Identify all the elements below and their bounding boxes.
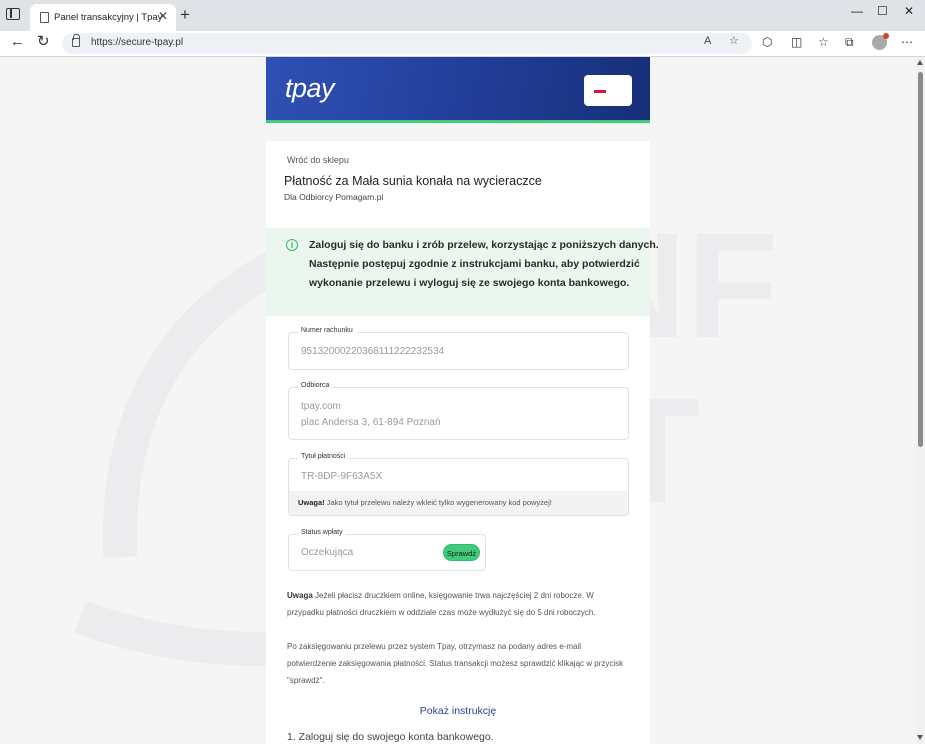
polish-flag-icon <box>594 90 606 93</box>
note-warning-text: Jako tytuł przelewu należy wkleić tylko … <box>324 498 552 507</box>
account-number-field[interactable]: Numer rachunku 9513200022036811122223253… <box>288 327 629 370</box>
info-icon: i <box>286 239 298 251</box>
note-warning-bold: Uwaga! <box>298 498 325 507</box>
notice-bold: Uwaga <box>287 591 313 600</box>
tab-close-icon[interactable]: ✕ <box>158 10 168 22</box>
tab-actions-icon[interactable] <box>6 8 22 22</box>
tab-title: Panel transakcyjny | Tpay <box>54 12 163 23</box>
read-aloud-icon[interactable]: A <box>704 36 711 47</box>
notice-paragraph: Uwaga Jeżeli płacisz druczkiem online, k… <box>287 587 629 621</box>
receiver-name[interactable]: tpay.com <box>301 401 341 412</box>
maximize-button[interactable]: ☐ <box>877 5 888 17</box>
payment-status-value: Oczekująca <box>301 547 354 558</box>
lock-icon[interactable] <box>72 34 80 47</box>
favorites-icon[interactable]: ☆ <box>818 36 829 48</box>
confirmation-paragraph: Po zaksięgowaniu przelewu przez system T… <box>287 642 624 685</box>
account-number-label: Numer rachunku <box>298 327 356 334</box>
recipient-text: Dla Odbiorcy Pomagam.pl <box>284 192 384 202</box>
extensions-icon[interactable]: ⬡ <box>762 36 772 48</box>
receiver-address[interactable]: plac Andersa 3, 61-894 Poznań <box>301 417 441 428</box>
more-menu-icon[interactable]: ⋯ <box>901 36 913 48</box>
new-tab-button[interactable]: + <box>180 6 190 23</box>
browser-titlebar: Panel transakcyjny | Tpay ✕ + — ☐ ✕ <box>0 0 925 31</box>
payment-title-field[interactable]: Tytuł płatności TR-8DP-9F63A5X Uwaga! Ja… <box>288 453 629 516</box>
tpay-logo: tpay <box>285 73 335 103</box>
payment-title-value[interactable]: TR-8DP-9F63A5X <box>301 471 382 482</box>
info-line-2: Następnie postępuj zgodnie z instrukcjam… <box>309 258 640 270</box>
scroll-down-arrow-icon[interactable] <box>917 735 923 740</box>
split-screen-icon[interactable]: ◫ <box>791 36 802 48</box>
minimize-button[interactable]: — <box>851 5 863 17</box>
refresh-icon[interactable]: ↻ <box>37 34 50 49</box>
payment-title-note: Uwaga! Jako tytuł przelewu należy wkleić… <box>289 491 628 515</box>
payment-title: Płatność za Mała sunia konała na wyciera… <box>284 174 542 188</box>
language-switcher-button[interactable] <box>584 75 632 106</box>
collections-icon[interactable]: ⧉ <box>845 36 854 48</box>
profile-avatar[interactable] <box>872 33 889 50</box>
tpay-header: tpay <box>266 57 650 123</box>
notice-text: Jeżeli płacisz druczkiem online, księgow… <box>287 591 596 617</box>
info-box: i Zaloguj się do banku i zrób przelew, k… <box>266 228 659 316</box>
check-status-button[interactable]: Sprawdź <box>443 544 480 561</box>
instruction-step-1: 1. Zaloguj się do swojego konta bankoweg… <box>287 731 494 743</box>
show-instructions-link[interactable]: Pokaż instrukcję <box>266 705 650 717</box>
scroll-thumb[interactable] <box>918 72 923 447</box>
scroll-up-arrow-icon[interactable] <box>917 60 923 65</box>
address-bar[interactable]: https://secure-tpay.pl A ☆ <box>62 33 752 54</box>
page-favicon-icon <box>40 12 49 23</box>
back-to-shop-link[interactable]: Wróć do sklepu <box>287 155 349 165</box>
receiver-label: Odbiorca <box>298 382 333 389</box>
page-scrollbar[interactable] <box>916 57 925 744</box>
info-line-3: wykonanie przelewu i wyloguj się ze swoj… <box>309 277 630 289</box>
url-text[interactable]: https://secure-tpay.pl <box>91 37 183 48</box>
receiver-field[interactable]: Odbiorca tpay.com plac Andersa 3, 61-894… <box>288 382 629 440</box>
info-line-1: Zaloguj się do banku i zrób przelew, kor… <box>309 239 659 251</box>
payment-title-label: Tytuł płatności <box>298 453 349 460</box>
back-arrow-icon[interactable]: ← <box>10 34 25 49</box>
favorite-star-icon[interactable]: ☆ <box>729 36 739 47</box>
browser-tab[interactable]: Panel transakcyjny | Tpay ✕ <box>30 4 176 31</box>
browser-toolbar: ← ↻ https://secure-tpay.pl A ☆ ⬡ ◫ ☆ ⧉ ⋯ <box>0 31 925 57</box>
page-viewport: KNF SRT tpay Wróć do sklepu Płatność za … <box>0 57 916 744</box>
account-number-value[interactable]: 95132000220368111222232534 <box>301 346 444 357</box>
payment-status-label: Status wpłaty <box>298 529 346 536</box>
payment-card: Wróć do sklepu Płatność za Mała sunia ko… <box>266 141 659 744</box>
close-window-button[interactable]: ✕ <box>904 5 914 17</box>
payment-status-field: Status wpłaty Oczekująca Sprawdź <box>288 529 486 571</box>
